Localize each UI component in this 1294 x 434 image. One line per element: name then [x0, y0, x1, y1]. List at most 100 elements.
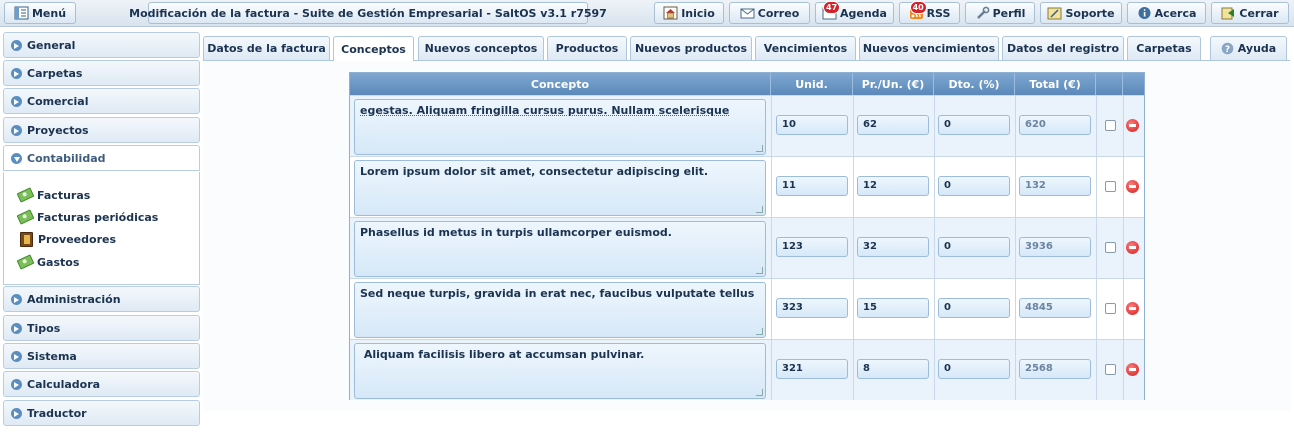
conceptos-table: Concepto Unid. Pr./Un. (€) Dto. (%) Tota… [349, 72, 1145, 400]
tab-carpetas[interactable]: Carpetas [1127, 36, 1201, 60]
tab-conceptos[interactable]: Conceptos [333, 36, 414, 61]
concepto-textarea[interactable]: Phasellus id metus in turpis ullamcorper… [354, 221, 766, 277]
cerrar-label: Cerrar [1239, 6, 1279, 20]
sidebar-item-administracion[interactable]: Administración [3, 286, 200, 312]
tab-nuevos-productos[interactable]: Nuevos productos [630, 36, 752, 60]
expand-arrow-icon [11, 95, 22, 107]
agenda-button[interactable]: 47 Agenda [815, 1, 894, 24]
dto-input[interactable]: 0 [938, 176, 1010, 196]
column-header-dto: Dto. (%) [934, 73, 1015, 95]
sidebar-item-contabilidad[interactable]: Contabilidad [3, 145, 200, 171]
help-icon: ? [1221, 42, 1234, 55]
column-header-concepto: Concepto [350, 73, 771, 95]
delete-icon[interactable] [1126, 241, 1139, 254]
concepto-textarea[interactable]: egestas. Aliquam fringilla cursus purus.… [354, 99, 766, 155]
row-checkbox[interactable] [1105, 242, 1116, 253]
menu-button[interactable]: Menú [4, 2, 76, 24]
correo-button[interactable]: Correo [729, 2, 810, 24]
tab-ayuda[interactable]: ? Ayuda [1210, 36, 1287, 60]
agenda-label: Agenda [840, 6, 887, 20]
table-row: Phasellus id metus in turpis ullamcorper… [350, 217, 1144, 278]
perfil-button[interactable]: Perfil [965, 2, 1035, 24]
rss-label: RSS [926, 6, 951, 20]
dto-input[interactable]: 0 [938, 237, 1010, 257]
column-divider [1123, 95, 1124, 400]
money-icon [17, 254, 35, 269]
support-icon [1047, 6, 1062, 20]
tab-productos[interactable]: Productos [547, 36, 627, 60]
delete-icon[interactable] [1126, 180, 1139, 193]
delete-icon[interactable] [1126, 302, 1139, 315]
expand-arrow-icon [11, 322, 22, 334]
expand-arrow-icon [11, 378, 22, 390]
money-icon [17, 187, 35, 202]
tab-vencimientos[interactable]: Vencimientos [755, 36, 856, 60]
unid-input[interactable]: 11 [776, 176, 848, 196]
table-header: Concepto Unid. Pr./Un. (€) Dto. (%) Tota… [350, 73, 1144, 95]
column-header-unid: Unid. [771, 73, 853, 95]
cerrar-button[interactable]: Cerrar [1211, 2, 1289, 24]
row-checkbox[interactable] [1105, 364, 1116, 375]
unid-input[interactable]: 10 [776, 115, 848, 135]
rss-badge: 40 [909, 1, 927, 14]
submenu-item-gastos[interactable]: Gastos [18, 253, 79, 271]
sidebar-item-comercial[interactable]: Comercial [3, 88, 200, 114]
tab-nuevos-vencimientos[interactable]: Nuevos vencimientos [859, 36, 999, 60]
table-row: Sed neque turpis, gravida in erat nec, f… [350, 278, 1144, 339]
sidebar-item-label: Administración [27, 292, 121, 306]
sidebar-item-proyectos[interactable]: Proyectos [3, 117, 200, 143]
delete-icon[interactable] [1126, 363, 1139, 376]
unid-input[interactable]: 323 [776, 298, 848, 318]
tab-datos-factura[interactable]: Datos de la factura [203, 36, 330, 60]
dto-input[interactable]: 0 [938, 115, 1010, 135]
submenu-item-facturas[interactable]: Facturas [18, 186, 90, 204]
precio-input[interactable]: 32 [857, 237, 929, 257]
row-checkbox[interactable] [1105, 120, 1116, 131]
sidebar-item-label: Sistema [27, 349, 77, 363]
total-field: 132 [1019, 176, 1091, 196]
sidebar-item-label: Comercial [27, 94, 89, 108]
column-header-total: Total (€) [1015, 73, 1096, 95]
expand-arrow-icon [11, 67, 22, 79]
precio-input[interactable]: 62 [857, 115, 929, 135]
wrench-icon [975, 6, 990, 20]
sidebar-item-general[interactable]: General [3, 32, 200, 58]
unid-input[interactable]: 123 [776, 237, 848, 257]
sidebar-item-tipos[interactable]: Tipos [3, 315, 200, 341]
sidebar-item-label: Calculadora [27, 377, 101, 391]
precio-input[interactable]: 12 [857, 176, 929, 196]
sidebar-item-label: Tipos [27, 321, 61, 335]
menu-label: Menú [31, 6, 67, 20]
submenu-item-label: Gastos [37, 255, 80, 269]
tab-nuevos-conceptos[interactable]: Nuevos conceptos [418, 36, 544, 60]
submenu-item-facturas-periodicas[interactable]: Facturas periódicas [18, 208, 158, 226]
concepto-textarea[interactable]: Aliquam facilisis libero at accumsan pul… [354, 343, 766, 399]
concepto-textarea[interactable]: Sed neque turpis, gravida in erat nec, f… [354, 282, 766, 338]
acerca-button[interactable]: Acerca [1127, 2, 1206, 24]
unid-input[interactable]: 321 [776, 359, 848, 379]
sidebar-item-traductor[interactable]: Traductor [3, 400, 200, 426]
row-checkbox[interactable] [1105, 181, 1116, 192]
dto-input[interactable]: 0 [938, 359, 1010, 379]
delete-icon[interactable] [1126, 119, 1139, 132]
column-divider [1096, 95, 1097, 400]
rss-button[interactable]: 40 RSS [899, 1, 960, 24]
soporte-button[interactable]: Soporte [1040, 2, 1122, 24]
sidebar-item-carpetas[interactable]: Carpetas [3, 60, 200, 86]
menu-icon [14, 6, 29, 20]
expand-arrow-icon [11, 124, 22, 136]
sidebar-item-calculadora[interactable]: Calculadora [3, 371, 200, 397]
precio-input[interactable]: 8 [857, 359, 929, 379]
inicio-button[interactable]: Inicio [654, 2, 724, 24]
submenu-item-proveedores[interactable]: Proveedores [18, 230, 116, 248]
table-row: Lorem ipsum dolor sit amet, consectetur … [350, 156, 1144, 217]
concepto-textarea[interactable]: Lorem ipsum dolor sit amet, consectetur … [354, 160, 766, 216]
rss-icon: 40 [909, 1, 927, 20]
total-field: 2568 [1019, 359, 1091, 379]
logout-icon [1221, 6, 1236, 20]
dto-input[interactable]: 0 [938, 298, 1010, 318]
tab-datos-registro[interactable]: Datos del registro [1002, 36, 1124, 60]
precio-input[interactable]: 15 [857, 298, 929, 318]
row-checkbox[interactable] [1105, 303, 1116, 314]
sidebar-item-sistema[interactable]: Sistema [3, 343, 200, 369]
